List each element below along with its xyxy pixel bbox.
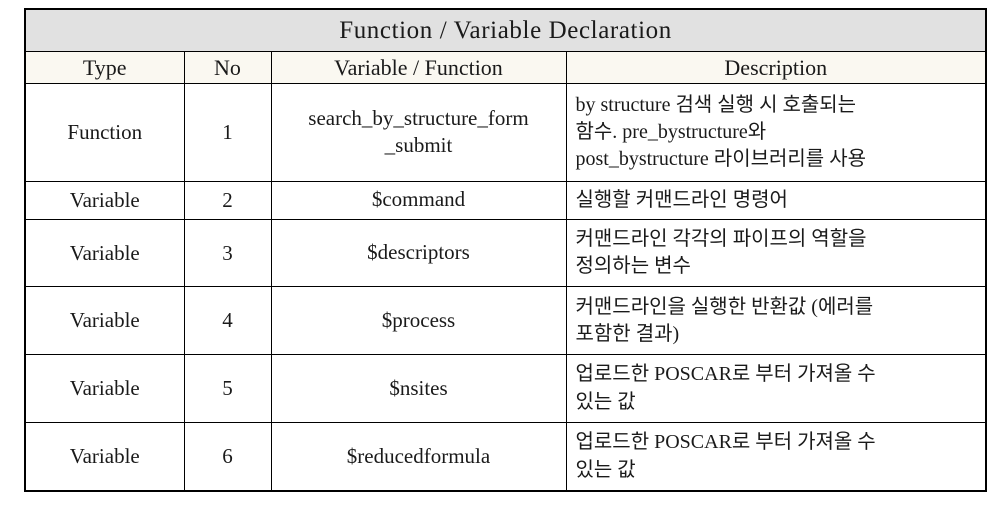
- cell-type: Variable: [24, 218, 185, 288]
- table-body: Function / Variable Declaration Type No …: [24, 8, 987, 492]
- cell-description: 실행할 커맨드라인 명령어: [565, 180, 987, 220]
- cell-no: 5: [183, 354, 272, 424]
- cell-no: 2: [183, 180, 272, 220]
- cell-type: Variable: [24, 286, 185, 356]
- text-line: $process: [381, 307, 456, 332]
- cell-type: Variable: [24, 354, 185, 424]
- table-row: Variable 2 $command 실행할 커맨드라인 명령어: [24, 180, 987, 220]
- table-row: Variable 6 $reducedformula 업로드한 POSCAR로 …: [24, 422, 987, 492]
- cell-description: 커맨드라인 각각의 파이프의 역할을정의하는 변수: [565, 218, 987, 288]
- cell-variable: $process: [270, 286, 567, 356]
- cell-variable: search_by_structure_form _submit: [270, 83, 567, 182]
- table-row: Variable 4 $process 커맨드라인을 실행한 반환값 (에러를포…: [24, 286, 987, 356]
- cell-description: by structure 검색 실행 시 호출되는함수. pre_bystruc…: [565, 83, 987, 182]
- cell-variable: $nsites: [270, 354, 567, 424]
- text-line: 업로드한 POSCAR로 부터 가져올 수: [575, 363, 876, 386]
- cell-no: 1: [183, 83, 272, 182]
- table-header-row: Type No Variable / Function Description: [24, 51, 987, 84]
- column-header-type: Type: [24, 51, 185, 84]
- cell-variable: $command: [270, 180, 567, 220]
- table-row: Variable 5 $nsites 업로드한 POSCAR로 부터 가져올 수…: [24, 354, 987, 424]
- table-title-row: Function / Variable Declaration: [24, 8, 987, 52]
- text-line: 실행할 커맨드라인 명령어: [575, 188, 788, 211]
- text-line: 정의하는 변수: [575, 255, 691, 278]
- text-line: 함수. pre_bystructure와: [575, 120, 767, 143]
- text-line: 포함한 결과): [575, 322, 680, 345]
- text-line: $command: [371, 187, 466, 212]
- table-row: Variable 3 $descriptors 커맨드라인 각각의 파이프의 역…: [24, 218, 987, 288]
- text-line: $nsites: [389, 375, 448, 400]
- table-row: Function 1 search_by_structure_form _subm…: [24, 83, 987, 182]
- cell-no: 3: [183, 218, 272, 288]
- column-header-no: No: [183, 51, 272, 84]
- text-line: 있는 값: [575, 458, 636, 481]
- text-line: search_by_structure_form: [308, 105, 529, 130]
- declaration-table-container: Function / Variable Declaration Type No …: [24, 8, 988, 492]
- text-line: _submit: [384, 133, 453, 158]
- text-line: post_bystructure 라이브러리를 사용: [575, 148, 867, 171]
- cell-description: 커맨드라인을 실행한 반환값 (에러를포함한 결과): [565, 286, 987, 356]
- cell-no: 6: [183, 422, 272, 492]
- cell-type: Variable: [24, 180, 185, 220]
- text-line: 커맨드라인 각각의 파이프의 역할을: [575, 227, 867, 250]
- column-header-variable-function: Variable / Function: [270, 51, 567, 84]
- text-line: by structure 검색 실행 시 호출되는: [575, 93, 857, 116]
- cell-type: Variable: [24, 422, 185, 492]
- text-line: 있는 값: [575, 390, 636, 413]
- cell-variable: $reducedformula: [270, 422, 567, 492]
- text-line: 커맨드라인을 실행한 반환값 (에러를: [575, 295, 874, 318]
- cell-no: 4: [183, 286, 272, 356]
- text-line: $descriptors: [367, 240, 470, 265]
- cell-type: Function: [24, 83, 185, 182]
- column-header-description: Description: [565, 51, 987, 84]
- table-title: Function / Variable Declaration: [24, 8, 987, 52]
- text-line: $reducedformula: [346, 443, 491, 468]
- cell-variable: $descriptors: [270, 218, 567, 288]
- text-line: 업로드한 POSCAR로 부터 가져올 수: [575, 431, 876, 454]
- cell-description: 업로드한 POSCAR로 부터 가져올 수있는 값: [565, 354, 987, 424]
- cell-description: 업로드한 POSCAR로 부터 가져올 수있는 값: [565, 422, 987, 492]
- function-variable-declaration-table: Function / Variable Declaration Type No …: [24, 8, 988, 492]
